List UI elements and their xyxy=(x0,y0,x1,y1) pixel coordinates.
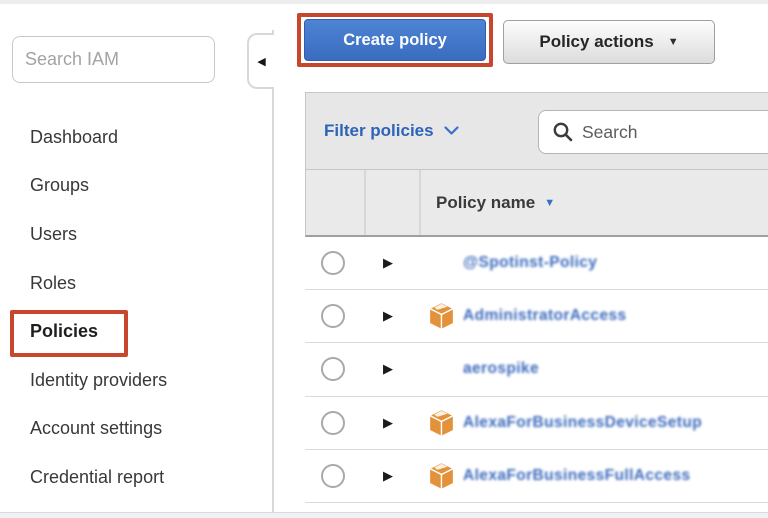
chevron-down-icon xyxy=(444,126,459,136)
iam-console-screen: Dashboard Groups Users Roles Policies Id… xyxy=(0,0,768,518)
collapse-left-icon: ◀ xyxy=(257,55,265,68)
sidebar-item-label: Users xyxy=(30,224,77,245)
policy-name-header-label: Policy name xyxy=(436,193,535,213)
sidebar-item-label: Dashboard xyxy=(30,127,118,148)
aws-managed-policy-icon xyxy=(428,461,455,490)
row-radio-button[interactable] xyxy=(321,464,345,488)
policy-name-link[interactable]: AlexaForBusinessFullAccess xyxy=(463,467,691,485)
sidebar-item-dashboard[interactable]: Dashboard xyxy=(30,113,250,162)
policy-name-column-header[interactable]: Policy name ▼ xyxy=(436,170,555,235)
policy-table-row: ▶ AlexaForBusinessDeviceSetup xyxy=(305,397,768,450)
policy-table-body: ▶ @Spotinst-Policy ▶ AdministratorAccess… xyxy=(305,237,768,503)
sidebar-divider xyxy=(272,30,274,512)
top-crop-strip xyxy=(0,0,768,4)
row-radio-button[interactable] xyxy=(321,304,345,328)
search-icon xyxy=(552,121,574,143)
policy-search-box xyxy=(538,110,768,154)
expand-row-icon[interactable]: ▶ xyxy=(383,468,393,484)
aws-managed-policy-icon xyxy=(428,408,455,437)
expand-row-icon[interactable]: ▶ xyxy=(383,415,393,431)
filter-policies-dropdown[interactable]: Filter policies xyxy=(324,121,459,141)
sidebar-item-label: Groups xyxy=(30,175,89,196)
search-iam-input[interactable] xyxy=(12,36,215,83)
create-policy-button[interactable]: Create policy xyxy=(304,19,486,61)
expand-row-icon[interactable]: ▶ xyxy=(383,255,393,271)
expand-row-icon[interactable]: ▶ xyxy=(383,361,393,377)
policy-table-row: ▶ AdministratorAccess xyxy=(305,290,768,343)
policy-name-link[interactable]: aerospike xyxy=(463,360,539,378)
sidebar-item-label: Identity providers xyxy=(30,370,167,391)
policy-actions-button[interactable]: Policy actions ▼ xyxy=(503,20,715,64)
sidebar-item-users[interactable]: Users xyxy=(30,210,250,259)
sidebar-item-label: Policies xyxy=(30,321,98,342)
policy-actions-label: Policy actions xyxy=(539,32,653,52)
chevron-down-icon: ▼ xyxy=(668,36,679,48)
sidebar-item-policies[interactable]: Policies xyxy=(30,307,250,356)
row-radio-button[interactable] xyxy=(321,357,345,381)
policy-name-link[interactable]: AdministratorAccess xyxy=(463,307,627,325)
row-radio-button[interactable] xyxy=(321,411,345,435)
sidebar-item-label: Credential report xyxy=(30,467,164,488)
sidebar-item-label: Account settings xyxy=(30,418,162,439)
filter-bar: Filter policies xyxy=(305,92,768,170)
sidebar-item-label: Roles xyxy=(30,273,76,294)
sort-descending-icon: ▼ xyxy=(544,197,555,209)
sidebar-item-account-settings[interactable]: Account settings xyxy=(30,405,250,454)
policy-name-link[interactable]: AlexaForBusinessDeviceSetup xyxy=(463,414,702,432)
column-divider xyxy=(419,170,421,235)
policy-table-header: Policy name ▼ xyxy=(305,170,768,237)
policy-table-row: ▶ AlexaForBusinessFullAccess xyxy=(305,450,768,503)
policy-search-input[interactable] xyxy=(574,122,768,143)
aws-managed-policy-icon xyxy=(428,302,455,331)
policy-table-row: ▶ @Spotinst-Policy xyxy=(305,237,768,290)
sidebar-collapse-tab[interactable]: ◀ xyxy=(247,33,274,89)
sidebar-item-credential-report[interactable]: Credential report xyxy=(30,453,250,502)
row-radio-button[interactable] xyxy=(321,251,345,275)
column-divider xyxy=(364,170,366,235)
policy-table-row: ▶ aerospike xyxy=(305,343,768,396)
sidebar-nav: Dashboard Groups Users Roles Policies Id… xyxy=(30,113,250,502)
expand-row-icon[interactable]: ▶ xyxy=(383,308,393,324)
bottom-crop-strip xyxy=(0,512,768,518)
sidebar-item-identity-providers[interactable]: Identity providers xyxy=(30,356,250,405)
filter-policies-label: Filter policies xyxy=(324,121,434,141)
policy-name-link[interactable]: @Spotinst-Policy xyxy=(463,254,597,272)
sidebar-item-groups[interactable]: Groups xyxy=(30,162,250,211)
sidebar-item-roles[interactable]: Roles xyxy=(30,259,250,308)
